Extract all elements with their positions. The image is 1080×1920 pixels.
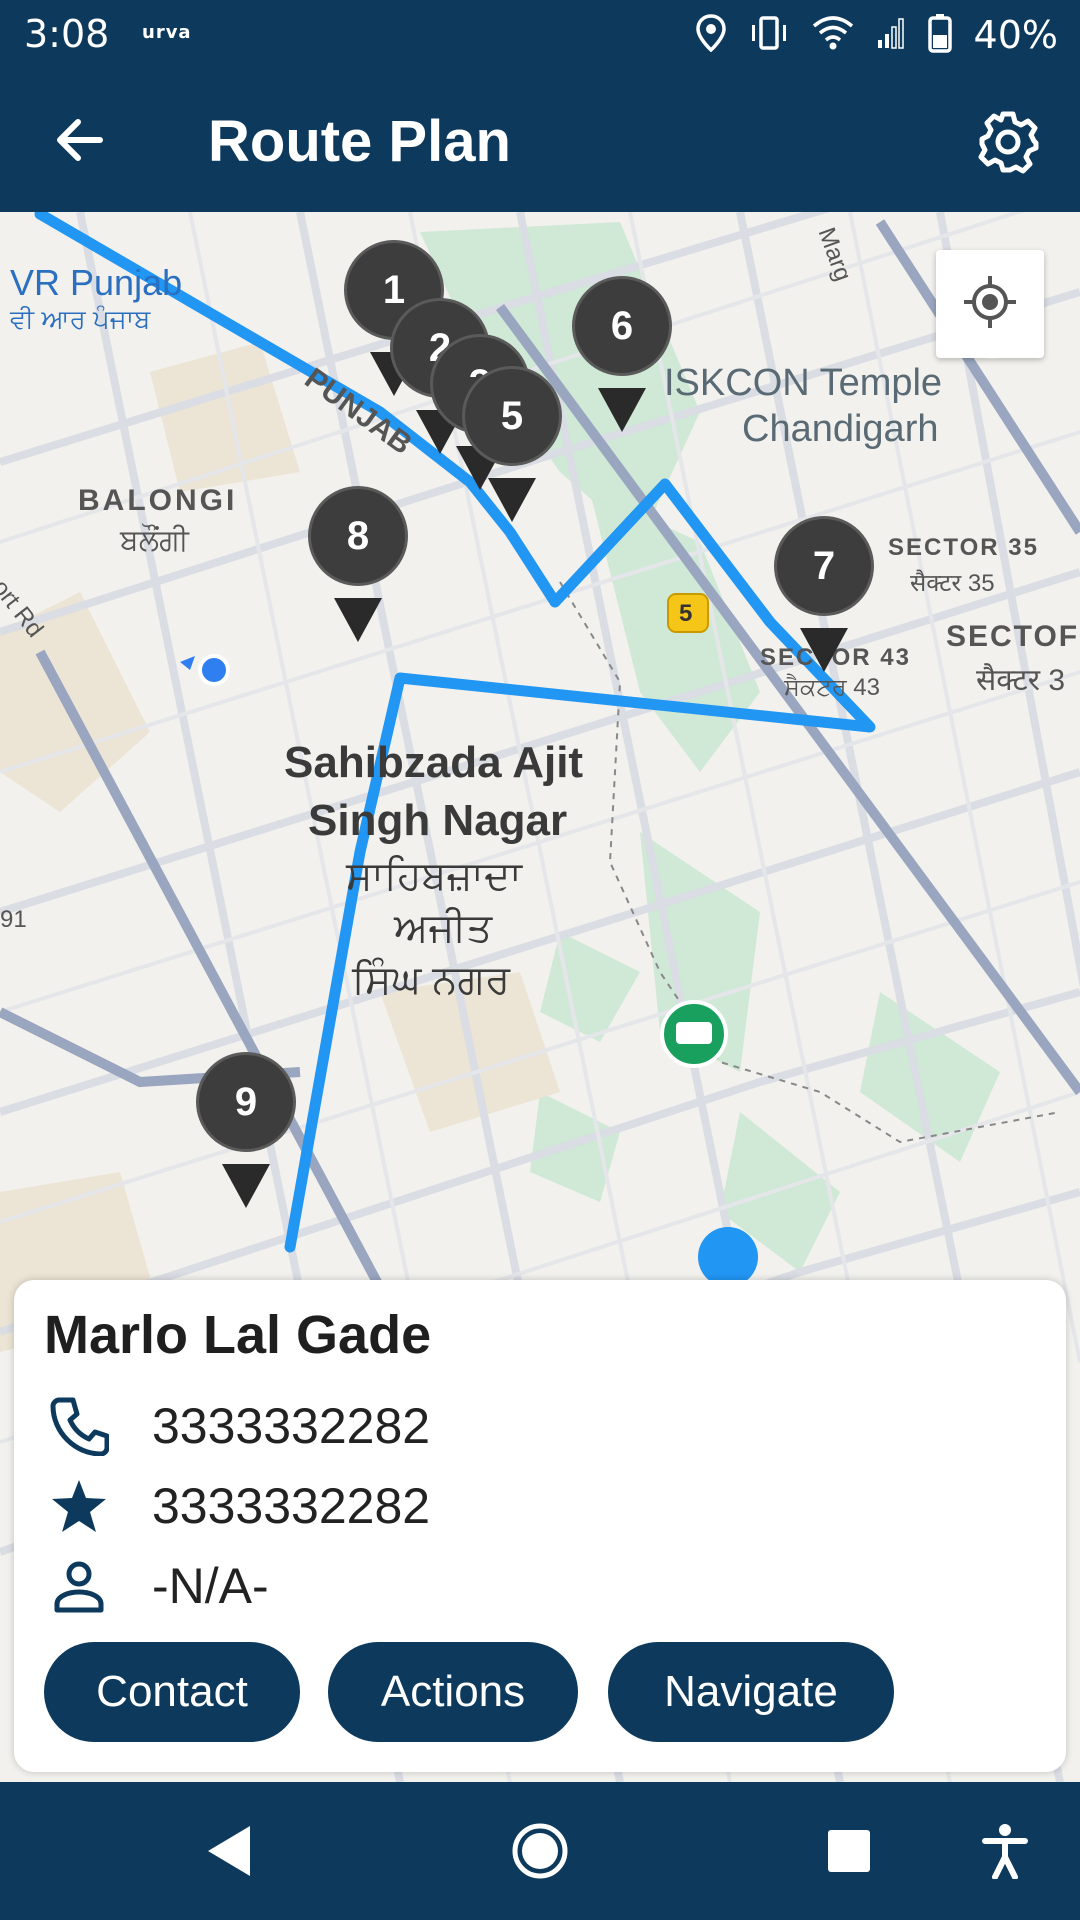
marker-pointer [488, 478, 536, 522]
map-label-iskcon: ISKCON Temple [664, 362, 943, 404]
crosshair-icon [962, 274, 1018, 334]
page-title: Route Plan [208, 109, 511, 174]
marker-number: 6 [572, 276, 672, 376]
contact-person-row: -N/A- [44, 1554, 269, 1618]
marker-number: 7 [774, 516, 874, 616]
phone-number: 3333332282 [152, 1398, 431, 1454]
person-icon [44, 1554, 114, 1618]
map-label-sector-35-hi: सैक्टर 35 [910, 570, 995, 597]
status-time: 3:08 [24, 12, 110, 56]
map-label-sector-edge-hi: सैक्टर 3 [976, 664, 1066, 697]
marker-number: 5 [462, 366, 562, 466]
status-bar: 3:08 urva 40% [0, 0, 1080, 70]
map-label-edge-91: 91 [0, 906, 27, 933]
accessibility-icon[interactable] [970, 1816, 1040, 1886]
alt-phone-row[interactable]: 3333332282 [44, 1474, 430, 1538]
map-label-balongi-pa: ਬਲੌਂਗੀ [120, 524, 189, 557]
route-marker[interactable]: 9 [196, 1052, 296, 1222]
customer-info-card: Marlo Lal Gade 3333332282 3333332282 -N/… [14, 1280, 1066, 1772]
actions-button[interactable]: Actions [328, 1642, 578, 1742]
alt-phone-number: 3333332282 [152, 1478, 431, 1534]
marker-pointer [222, 1164, 270, 1208]
phone-icon [44, 1394, 114, 1458]
map-label-vr-punjab: VR Punjab [10, 262, 183, 303]
battery-percent: 40% [973, 13, 1058, 57]
status-icons: 40% [695, 10, 1058, 60]
carrier-logo: urva [142, 22, 192, 43]
map-label-sector-edge: SECTOF [946, 620, 1080, 653]
star-icon [44, 1474, 114, 1538]
back-triangle-icon[interactable] [194, 1816, 264, 1886]
system-nav-bar [0, 1782, 1080, 1920]
route-marker[interactable]: 8 [308, 486, 408, 656]
location-icon [695, 14, 726, 56]
road-badge-5: 5 [679, 600, 693, 627]
signal-icon [876, 16, 906, 54]
marker-pointer [800, 628, 848, 672]
route-marker[interactable]: 5 [462, 366, 562, 536]
map-label-chandigarh: Chandigarh [742, 408, 939, 450]
arrow-back-icon[interactable] [50, 110, 110, 170]
map-label-city-pa-3: ਸਿੰਘ ਨਗਰ [352, 958, 511, 1002]
map-label-city-pa-1: ਸਾਹਿਬਜ਼ਾਦਾ [346, 854, 522, 898]
marker-number: 9 [196, 1052, 296, 1152]
contact-button[interactable]: Contact [44, 1642, 300, 1742]
battery-icon [927, 13, 952, 57]
map-label-city-pa-2: ਅਜੀਤ [394, 906, 493, 950]
home-circle-icon[interactable] [505, 1816, 575, 1886]
recents-square-icon[interactable] [814, 1816, 884, 1886]
my-location-button[interactable] [936, 250, 1044, 358]
navigate-button[interactable]: Navigate [608, 1642, 894, 1742]
marker-pointer [334, 598, 382, 642]
route-marker[interactable]: 6 [572, 276, 672, 446]
wifi-icon [812, 16, 854, 54]
marker-number: 8 [308, 486, 408, 586]
app-bar: Route Plan [0, 70, 1080, 212]
marker-pointer [598, 388, 646, 432]
contact-person: -N/A- [152, 1558, 269, 1614]
map-label-city-1: Sahibzada Ajit [284, 738, 584, 787]
gear-icon[interactable] [976, 110, 1040, 174]
map-label-city-2: Singh Nagar [308, 796, 568, 845]
vibrate-icon [748, 15, 790, 55]
route-marker[interactable]: 7 [774, 516, 874, 686]
map-label-balongi: BALONGI [78, 484, 238, 517]
map-label-sector-35: SECTOR 35 [888, 534, 1039, 561]
map-label-vr-punjab-pa: ਵੀ ਆਰ ਪੰਜਾਬ [10, 304, 151, 334]
customer-name: Marlo Lal Gade [44, 1305, 432, 1365]
phone-row[interactable]: 3333332282 [44, 1394, 430, 1458]
